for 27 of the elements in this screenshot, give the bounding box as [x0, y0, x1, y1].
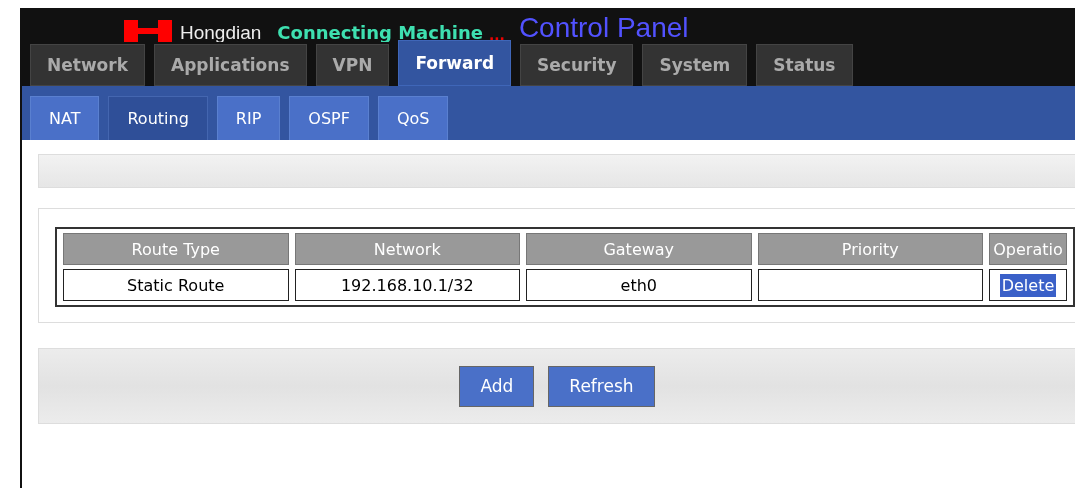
nav-tab[interactable]: Applications: [153, 44, 307, 86]
sub-tab[interactable]: Routing: [108, 96, 208, 140]
column-header: Gateway: [526, 233, 752, 265]
logo-icon: [122, 18, 174, 42]
column-header: Network: [294, 233, 520, 265]
table-cell: eth0: [526, 269, 752, 301]
nav-tab[interactable]: Network: [30, 44, 145, 86]
table-cell: 192.168.10.1/32: [294, 269, 520, 301]
table-cell: Static Route: [63, 269, 289, 301]
column-header: Priority: [757, 233, 983, 265]
sub-tab[interactable]: RIP: [216, 96, 281, 140]
ellipsis: ...: [488, 28, 505, 42]
nav-tab[interactable]: Security: [520, 44, 634, 86]
nav-tab[interactable]: System: [642, 44, 748, 86]
sub-tab[interactable]: OSPF: [289, 96, 369, 140]
sub-tab[interactable]: NAT: [30, 96, 100, 140]
column-header: Operatio: [989, 233, 1067, 265]
nav-tab[interactable]: Forward: [398, 40, 512, 86]
sub-tab[interactable]: QoS: [377, 96, 449, 140]
action-button[interactable]: Add: [459, 365, 535, 407]
nav-tab[interactable]: VPN: [315, 44, 390, 86]
nav-tab[interactable]: Status: [756, 44, 853, 86]
column-header: Route Type: [63, 233, 289, 265]
action-button[interactable]: Refresh: [548, 365, 655, 407]
page-title: Control Panel: [518, 14, 689, 42]
delete-button[interactable]: Delete: [998, 272, 1058, 298]
tagline: Connecting Machine: [277, 24, 483, 42]
